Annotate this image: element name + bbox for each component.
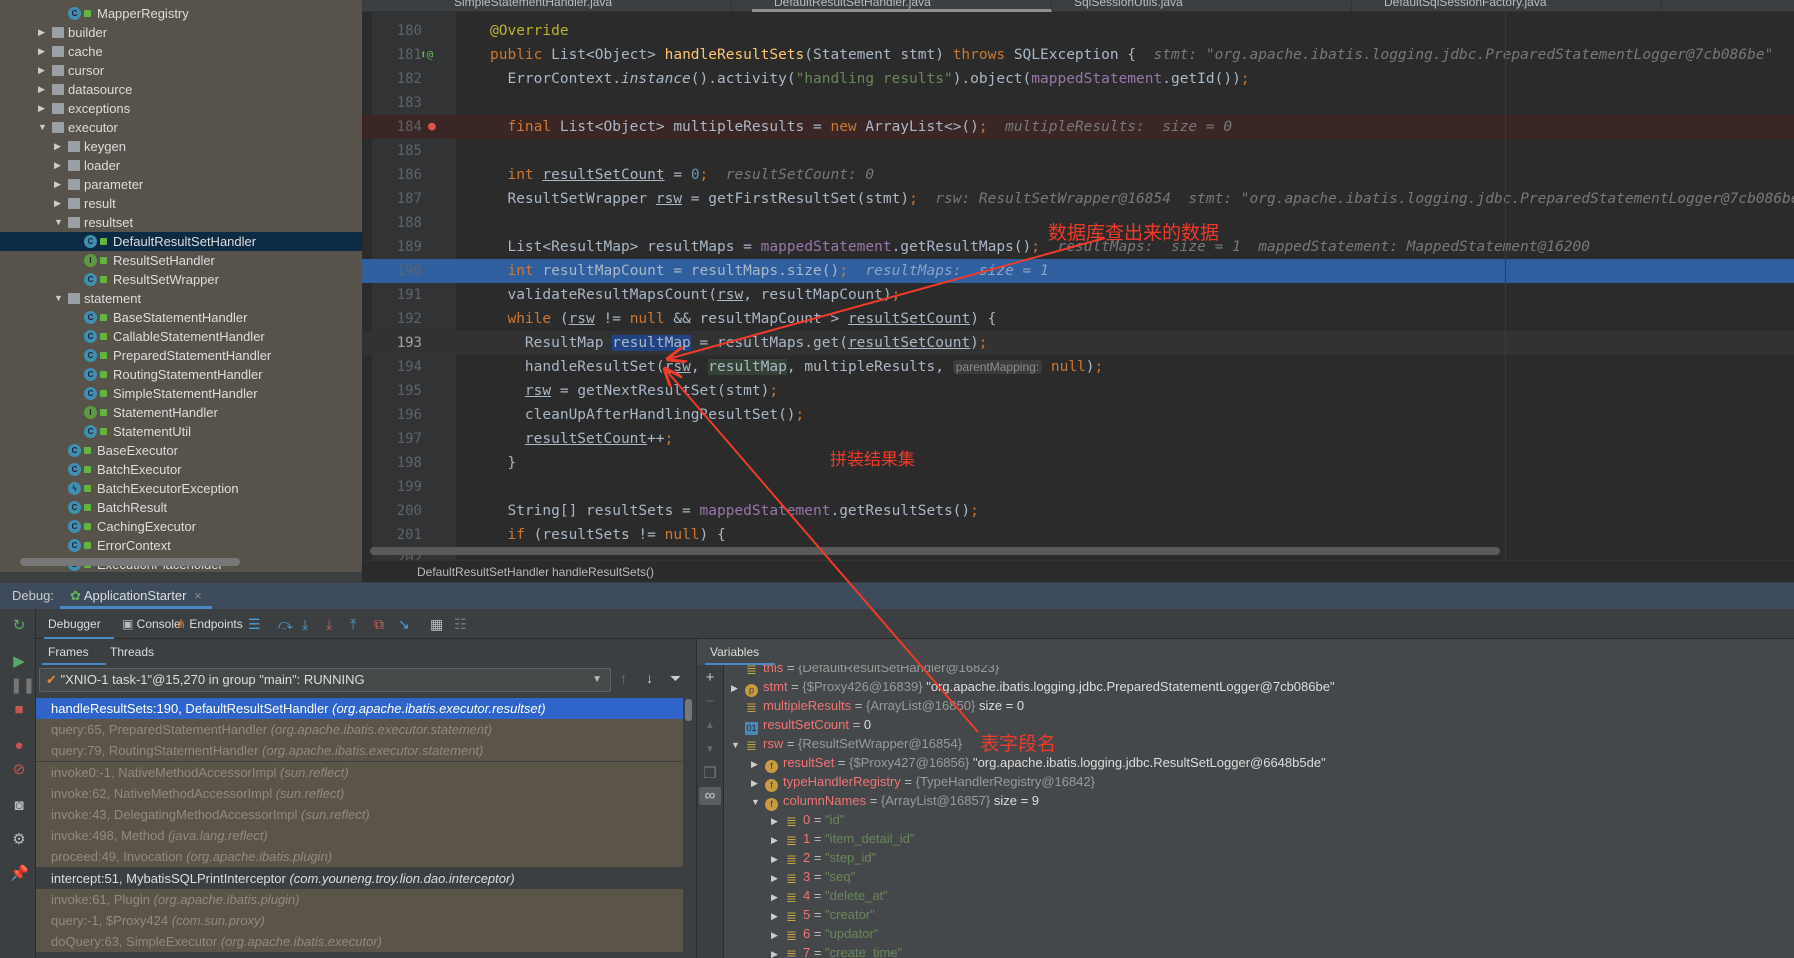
annotation-db-data: 数据库查出来的数据: [1048, 223, 1220, 244]
annotation-arrow-db-data: [668, 237, 1106, 359]
annotation-overlay: [0, 237, 1106, 733]
annotation-column-names: 表字段名: [980, 734, 1057, 755]
annotation-assemble: 拼装结果集: [830, 450, 915, 469]
annotation-arrow-column-names: [665, 369, 979, 733]
